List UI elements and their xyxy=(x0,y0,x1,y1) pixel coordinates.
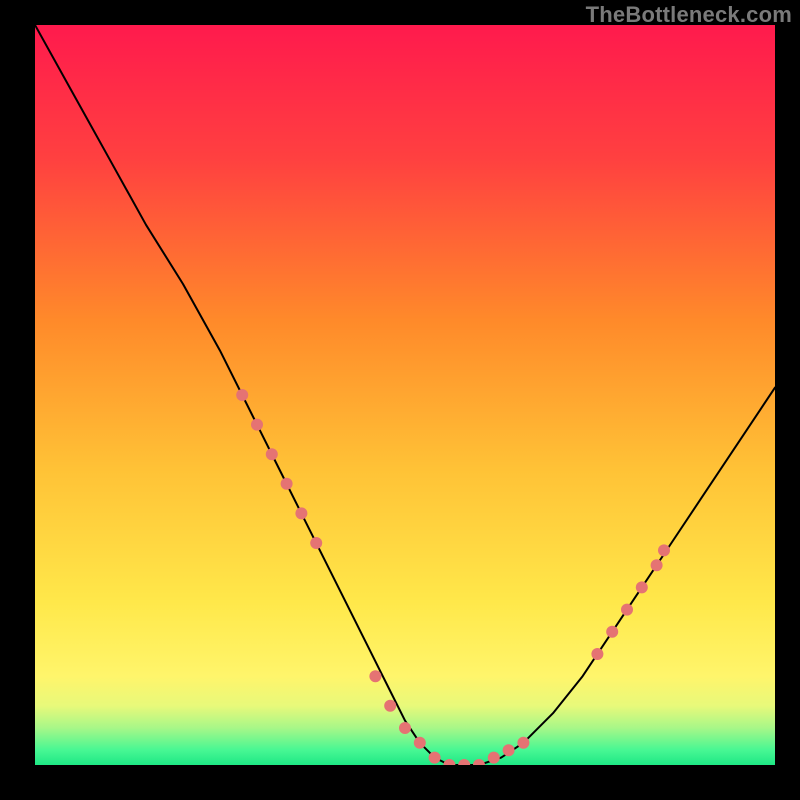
dot-highlight-dots-right xyxy=(636,581,648,593)
dot-highlight-dots-valley xyxy=(503,744,515,756)
dot-highlight-dots-valley xyxy=(488,752,500,764)
dot-highlight-dots-left xyxy=(251,419,263,431)
chart-svg xyxy=(35,25,775,765)
gradient-background xyxy=(35,25,775,765)
dot-highlight-dots-valley xyxy=(384,700,396,712)
dot-highlight-dots-left xyxy=(266,448,278,460)
dot-highlight-dots-right xyxy=(658,544,670,556)
dot-highlight-dots-valley xyxy=(399,722,411,734)
dot-highlight-dots-right xyxy=(606,626,618,638)
dot-highlight-dots-right xyxy=(621,604,633,616)
dot-highlight-dots-left xyxy=(310,537,322,549)
dot-highlight-dots-right xyxy=(591,648,603,660)
dot-highlight-dots-left xyxy=(236,389,248,401)
dot-highlight-dots-valley xyxy=(369,670,381,682)
plot-area xyxy=(35,25,775,765)
chart-frame: TheBottleneck.com xyxy=(0,0,800,800)
dot-highlight-dots-valley xyxy=(517,737,529,749)
dot-highlight-dots-right xyxy=(651,559,663,571)
dot-highlight-dots-valley xyxy=(429,752,441,764)
dot-highlight-dots-left xyxy=(281,478,293,490)
dot-highlight-dots-left xyxy=(295,507,307,519)
dot-highlight-dots-valley xyxy=(414,737,426,749)
